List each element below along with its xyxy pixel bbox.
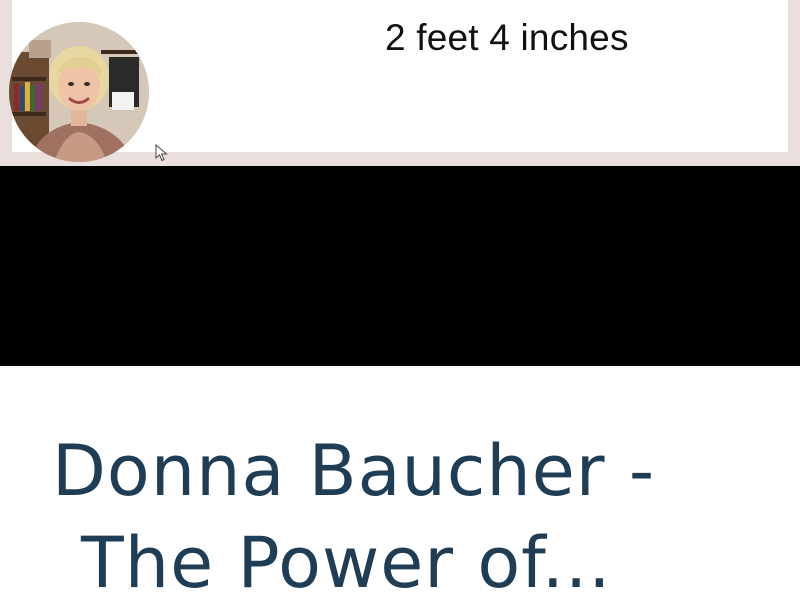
page-title-line-2: The Power of... [81, 522, 612, 604]
slide-text: 2 feet 4 inches [385, 17, 629, 58]
presenter-avatar [9, 22, 149, 162]
video-frame[interactable]: 2 feet 4 inches [0, 0, 800, 166]
video-player-area[interactable] [0, 166, 800, 366]
presenter-avatar-image [9, 22, 149, 162]
page-title-line-1: Donna Baucher - [52, 430, 656, 512]
page-title: Donna Baucher - The Power of... [52, 425, 772, 605]
mouse-pointer-icon [155, 144, 168, 162]
